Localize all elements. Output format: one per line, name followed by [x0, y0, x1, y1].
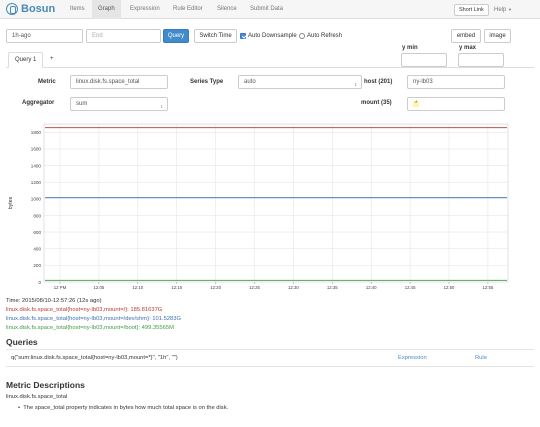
mount-tag-input[interactable]: *: [407, 97, 505, 111]
switch-time-button[interactable]: Switch Time: [194, 29, 237, 43]
queries-heading: Queries: [6, 337, 38, 347]
divider: [6, 349, 534, 350]
caret-down-icon: ▼: [508, 7, 512, 12]
y-tick-label: 1600: [31, 147, 42, 152]
y-tick-label: 1000: [31, 197, 42, 202]
series-type-label: Series Type: [190, 79, 224, 85]
help-menu[interactable]: Help ▼: [494, 0, 512, 19]
nav-submit-data[interactable]: Submit Data: [244, 0, 289, 19]
host-tag-label: host (201): [364, 79, 393, 85]
rule-link[interactable]: Rule: [475, 355, 487, 361]
metric-label: Metric: [38, 79, 56, 85]
legend-entry: linux.disk.fs.space_total{host=ny-lb03,m…: [6, 307, 163, 313]
aggregator-label: Aggregator: [22, 100, 55, 106]
time-series-chart[interactable]: 0 200 400 600 800 1000 1200 1400 1600 1800 12 PM 12…: [0, 120, 540, 295]
mount-tag-value: *: [413, 101, 420, 107]
brand-name: Bosun: [21, 3, 56, 15]
divider: [6, 366, 534, 367]
auto-downsample-label: Auto Downsample: [248, 33, 297, 39]
help-label: Help: [494, 7, 507, 13]
query-text: q("sum:linux.disk.fs.space_total{host=ny…: [11, 355, 178, 361]
query-tabs: Query 1 +: [6, 52, 534, 68]
expression-link[interactable]: Expression: [398, 355, 427, 361]
nav-rule-editor[interactable]: Rule Editor: [167, 0, 209, 19]
host-tag-input[interactable]: ny-lb03: [407, 75, 505, 89]
y-tick-label: 400: [33, 247, 41, 252]
y-tick-label: 800: [33, 213, 41, 218]
tab-query-1[interactable]: Query 1: [8, 52, 44, 68]
x-tick-label: 12:30: [288, 285, 299, 290]
legend-entry: linux.disk.fs.space_total{host=ny-lb03,m…: [6, 325, 174, 331]
brand[interactable]: Bosun: [6, 3, 55, 15]
y-tick-label: 1800: [31, 130, 42, 135]
x-tick-label: 12:05: [94, 285, 105, 290]
ymax-label: y max: [459, 45, 477, 51]
y-tick-label: 0: [38, 280, 41, 285]
select-arrows-icon: ↕: [354, 82, 358, 88]
series-type-value: auto: [244, 79, 256, 85]
tab-add-query[interactable]: +: [44, 52, 60, 68]
y-axis-label: bytes: [8, 196, 14, 209]
top-navbar: Bosun Items Graph Expression Rule Editor…: [0, 0, 540, 19]
bosun-logo-icon: [6, 3, 18, 15]
plot-area: [43, 123, 509, 283]
metric-description-text: The space_total property indicates in by…: [23, 405, 229, 411]
x-tick-label: 12:10: [132, 285, 143, 290]
x-tick-label: 12:15: [171, 285, 182, 290]
checkbox-checked-icon: [240, 33, 246, 39]
ymin-label: y min: [402, 45, 418, 51]
metric-descriptions-heading: Metric Descriptions: [6, 380, 85, 390]
x-tick-label: 12 PM: [54, 285, 67, 290]
y-tick-label: 1200: [31, 180, 42, 185]
auto-downsample-checkbox[interactable]: Auto Downsample: [240, 33, 297, 39]
auto-refresh-checkbox[interactable]: Auto Refresh: [299, 33, 342, 39]
embed-button[interactable]: embed: [451, 29, 481, 43]
auto-refresh-label: Auto Refresh: [307, 33, 343, 39]
x-tick-label: 12:40: [366, 285, 377, 290]
start-time-input[interactable]: 1h-ago: [6, 29, 83, 43]
metric-description-name: linux.disk.fs.space_total: [6, 394, 68, 400]
x-tick-label: 12:45: [405, 285, 416, 290]
checkbox-unchecked-icon: [299, 33, 305, 39]
mount-tag-label: mount (35): [361, 100, 392, 106]
aggregator-value: sum: [76, 101, 88, 107]
select-arrows-icon: ↕: [160, 104, 164, 110]
metric-input[interactable]: linux.disk.fs.space_total: [70, 75, 168, 89]
nav-graph[interactable]: Graph: [92, 0, 121, 19]
x-tick-label: 12:55: [483, 285, 494, 290]
metric-description-item: • The space_total property indicates in …: [18, 405, 228, 411]
legend-entry: linux.disk.fs.space_total{host=ny-lb03,m…: [6, 316, 181, 322]
nav-silence[interactable]: Silence: [211, 0, 243, 19]
query-button[interactable]: Query: [163, 29, 189, 43]
aggregator-select[interactable]: sum ↕: [70, 97, 168, 111]
x-tick-label: 12:20: [210, 285, 221, 290]
y-tick-label: 1400: [31, 163, 42, 168]
y-tick-label: 200: [33, 263, 41, 268]
image-button[interactable]: image: [484, 29, 511, 43]
nav-expression[interactable]: Expression: [124, 0, 166, 19]
x-tick-label: 12:50: [444, 285, 455, 290]
series-type-select[interactable]: auto ↕: [238, 75, 362, 89]
short-link-button[interactable]: Short Link: [454, 4, 489, 16]
x-tick-label: 12:35: [327, 285, 338, 290]
legend-time: Time: 2015/08/10-12:57:26 (12s ago): [6, 298, 102, 304]
end-time-input[interactable]: End: [86, 29, 161, 43]
nav-items[interactable]: Items: [64, 0, 91, 19]
x-tick-label: 12:25: [249, 285, 260, 290]
y-tick-label: 600: [33, 230, 41, 235]
